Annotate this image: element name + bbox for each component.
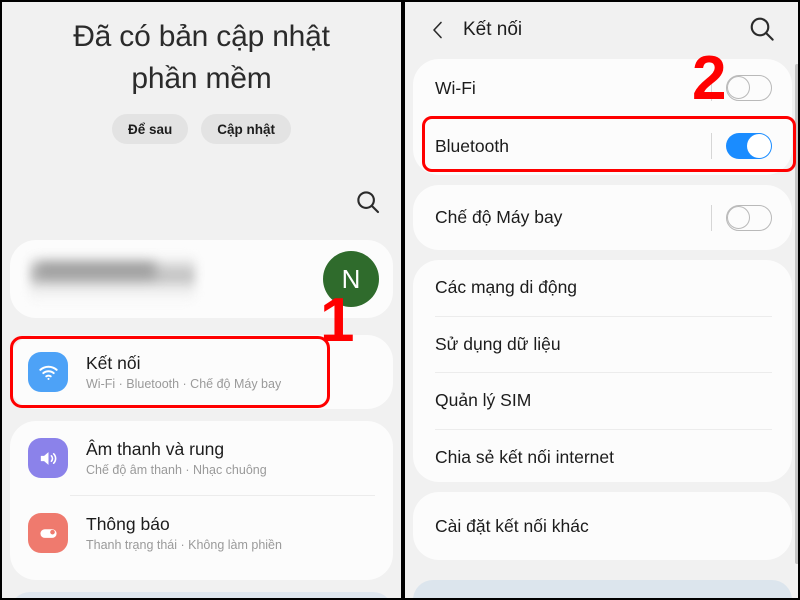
connections-header: Kết nối [405, 2, 798, 57]
setting-subtitle: Thanh trạng thái · Không làm phiền [86, 537, 282, 552]
sidebar-item-sounds-vibration[interactable]: Âm thanh và rung Chế độ âm thanh · Nhạc … [10, 421, 393, 495]
update-button[interactable]: Cập nhật [201, 114, 292, 144]
software-update-banner: Đã có bản cập nhật phần mềm Để sau Cập n… [2, 2, 401, 177]
right-panel-connections: Kết nối Wi-Fi Bluetooth Chế độ Máy bay C… [405, 2, 798, 598]
divider [711, 75, 712, 101]
setting-title: Kết nối [86, 352, 141, 373]
row-bluetooth[interactable]: Bluetooth [413, 117, 792, 175]
setting-title: Âm thanh và rung [86, 438, 225, 459]
settings-group-sound-notifications: Âm thanh và rung Chế độ âm thanh · Nhạc … [10, 421, 393, 580]
wifi-toggle[interactable] [726, 75, 772, 101]
page-title: Kết nối [463, 18, 523, 40]
toggle-knob [727, 205, 750, 229]
row-more-connection-settings[interactable]: Cài đặt kết nối khác [413, 492, 792, 560]
notification-icon [28, 513, 68, 553]
later-button[interactable]: Để sau [111, 114, 189, 144]
connections-toggle-group: Wi-Fi Bluetooth [413, 59, 792, 175]
sidebar-item-notifications[interactable]: Thông báo Thanh trạng thái · Không làm p… [10, 496, 393, 570]
scrollbar[interactable] [795, 64, 798, 564]
toggle-knob [747, 134, 771, 158]
row-sim-manager[interactable]: Quản lý SIM [413, 373, 792, 429]
other-connection-settings-group: Cài đặt kết nối khác [413, 492, 792, 560]
search-icon[interactable] [746, 13, 778, 45]
row-label: Bluetooth [435, 135, 509, 156]
left-panel-settings-home: Đã có bản cập nhật phần mềm Để sau Cập n… [2, 2, 401, 598]
row-label: Chế độ Máy bay [435, 207, 563, 227]
setting-text: Thông báo Thanh trạng thái · Không làm p… [86, 513, 282, 554]
bluetooth-toggle[interactable] [726, 133, 772, 159]
row-control [711, 204, 772, 231]
setting-subtitle: Chế độ âm thanh · Nhạc chuông [86, 462, 267, 477]
settings-group-next-partial [10, 592, 393, 598]
network-list-group: Các mạng di động Sử dụng dữ liệu Quản lý… [413, 260, 792, 482]
account-card[interactable]: N [10, 240, 393, 318]
update-banner-actions: Để sau Cập nhật [2, 114, 401, 144]
chevron-left-icon[interactable] [417, 9, 459, 51]
row-control [711, 75, 772, 101]
row-data-usage[interactable]: Sử dụng dữ liệu [413, 317, 792, 373]
search-icon[interactable] [353, 187, 383, 217]
update-title-line-1: Đã có bản cập nhật [73, 20, 330, 53]
sidebar-item-connections[interactable]: Kết nối Wi-Fi · Bluetooth · Chế độ Máy b… [10, 335, 393, 409]
row-wifi[interactable]: Wi-Fi [413, 59, 792, 117]
airplane-mode-toggle[interactable] [726, 204, 772, 231]
speaker-icon [28, 438, 68, 478]
row-airplane-mode[interactable]: Chế độ Máy bay [413, 185, 792, 250]
divider [711, 133, 712, 159]
avatar[interactable]: N [323, 251, 379, 307]
divider [711, 204, 712, 231]
row-control [711, 133, 772, 159]
update-banner-title: Đã có bản cập nhật phần mềm [2, 2, 401, 100]
wifi-icon [28, 352, 68, 392]
airplane-mode-group: Chế độ Máy bay [413, 185, 792, 250]
setting-text: Âm thanh và rung Chế độ âm thanh · Nhạc … [86, 438, 267, 479]
row-label: Wi-Fi [435, 77, 476, 98]
toggle-knob [727, 76, 750, 99]
row-mobile-networks[interactable]: Các mạng di động [413, 260, 792, 316]
update-title-line-2: phần mềm [131, 62, 272, 95]
account-name-redacted-overlay [36, 262, 156, 278]
settings-group-connections: Kết nối Wi-Fi · Bluetooth · Chế độ Máy b… [10, 335, 393, 409]
screenshot-root: Đã có bản cập nhật phần mềm Để sau Cập n… [0, 0, 800, 600]
setting-title: Thông báo [86, 513, 170, 534]
setting-text: Kết nối Wi-Fi · Bluetooth · Chế độ Máy b… [86, 352, 281, 393]
setting-subtitle: Wi-Fi · Bluetooth · Chế độ Máy bay [86, 376, 282, 391]
highlighted-next-group-partial [413, 580, 792, 598]
row-mobile-hotspot[interactable]: Chia sẻ kết nối internet [413, 430, 792, 483]
